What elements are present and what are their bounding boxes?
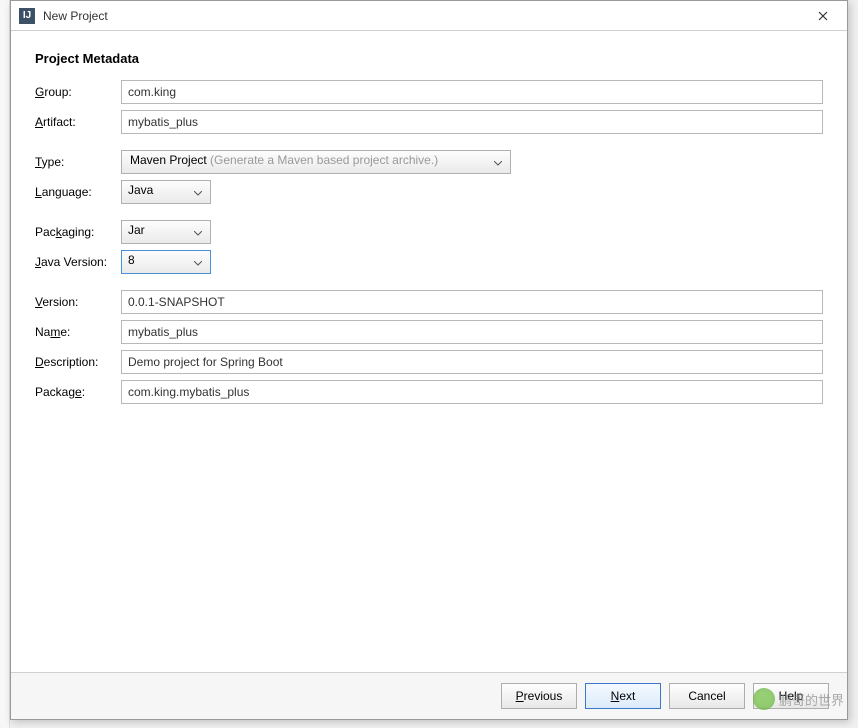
row-packaging: Packaging: Jar bbox=[35, 220, 823, 244]
label-name: Name: bbox=[35, 325, 121, 339]
type-select[interactable]: Maven Project (Generate a Maven based pr… bbox=[121, 150, 511, 174]
packaging-value: Jar bbox=[128, 223, 145, 237]
previous-button[interactable]: Previous bbox=[501, 683, 577, 709]
label-artifact: Artifact: bbox=[35, 115, 121, 129]
group-field[interactable] bbox=[121, 80, 823, 104]
label-type: Type: bbox=[35, 155, 121, 169]
app-icon: IJ bbox=[19, 8, 35, 24]
label-packaging: Packaging: bbox=[35, 225, 121, 239]
chevron-down-icon bbox=[494, 155, 502, 169]
label-package: Package: bbox=[35, 385, 121, 399]
java-version-select[interactable]: 8 bbox=[121, 250, 211, 274]
titlebar: IJ New Project bbox=[11, 1, 847, 31]
row-java-version: Java Version: 8 bbox=[35, 250, 823, 274]
java-version-value: 8 bbox=[128, 253, 135, 267]
package-field[interactable] bbox=[121, 380, 823, 404]
dialog-content: Project Metadata Group: Artifact: Type: … bbox=[11, 31, 847, 672]
new-project-dialog: IJ New Project Project Metadata Group: A… bbox=[10, 0, 848, 720]
cancel-button[interactable]: Cancel bbox=[669, 683, 745, 709]
chevron-down-icon bbox=[194, 185, 202, 199]
chevron-down-icon bbox=[194, 225, 202, 239]
next-button[interactable]: Next bbox=[585, 683, 661, 709]
label-group: Group: bbox=[35, 85, 121, 99]
row-group: Group: bbox=[35, 80, 823, 104]
artifact-field[interactable] bbox=[121, 110, 823, 134]
close-button[interactable] bbox=[800, 2, 845, 30]
label-version: Version: bbox=[35, 295, 121, 309]
row-name: Name: bbox=[35, 320, 823, 344]
row-language: Language: Java bbox=[35, 180, 823, 204]
close-icon bbox=[818, 11, 828, 21]
description-field[interactable] bbox=[121, 350, 823, 374]
packaging-select[interactable]: Jar bbox=[121, 220, 211, 244]
help-button[interactable]: Help bbox=[753, 683, 829, 709]
window-title: New Project bbox=[43, 9, 800, 23]
version-field[interactable] bbox=[121, 290, 823, 314]
label-description: Description: bbox=[35, 355, 121, 369]
name-field[interactable] bbox=[121, 320, 823, 344]
row-type: Type: Maven Project (Generate a Maven ba… bbox=[35, 150, 823, 174]
row-description: Description: bbox=[35, 350, 823, 374]
section-title: Project Metadata bbox=[35, 51, 823, 66]
dialog-footer: Previous Next Cancel Help bbox=[11, 672, 847, 719]
row-version: Version: bbox=[35, 290, 823, 314]
language-select[interactable]: Java bbox=[121, 180, 211, 204]
language-value: Java bbox=[128, 183, 153, 197]
row-package: Package: bbox=[35, 380, 823, 404]
background-fragment bbox=[0, 0, 10, 728]
label-java-version: Java Version: bbox=[35, 255, 121, 269]
label-language: Language: bbox=[35, 185, 121, 199]
type-value: Maven Project bbox=[130, 153, 207, 167]
chevron-down-icon bbox=[194, 255, 202, 269]
row-artifact: Artifact: bbox=[35, 110, 823, 134]
